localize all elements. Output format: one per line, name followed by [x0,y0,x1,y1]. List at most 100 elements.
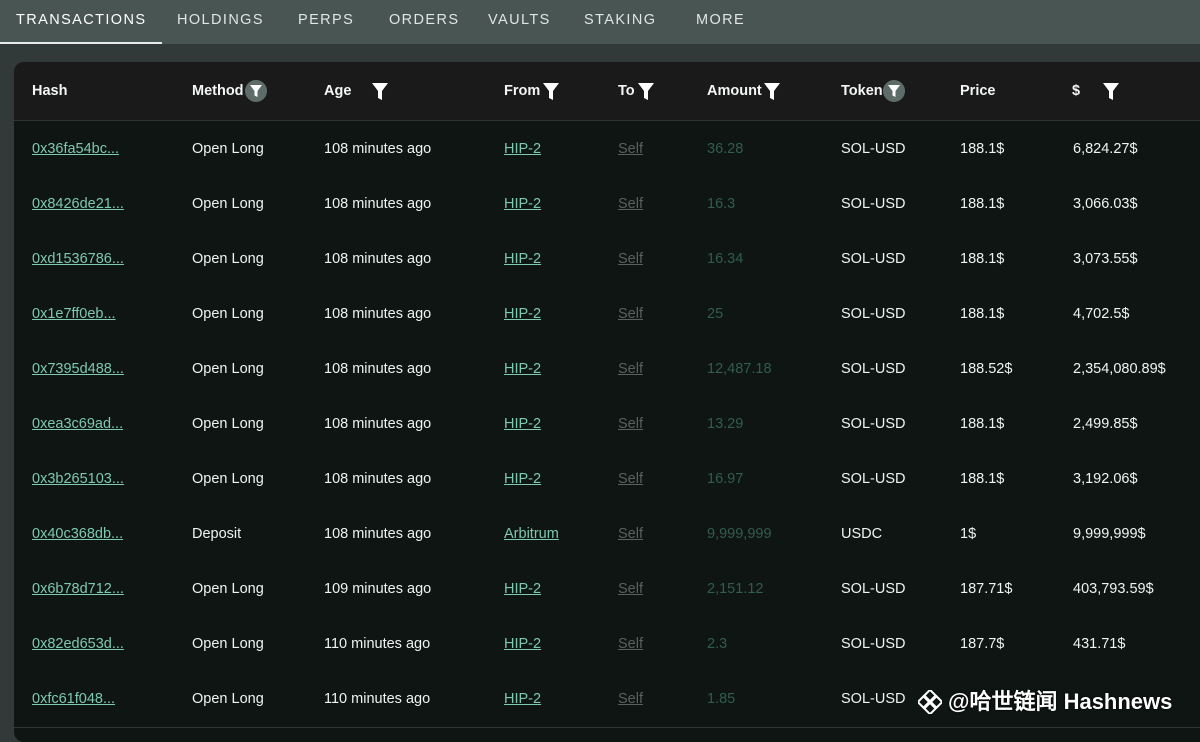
usd-column-cell: 3,192.06$ [1073,452,1138,507]
tab-orders[interactable]: ORDERS [389,0,459,42]
token-cell: SOL-USD [841,141,906,157]
table-row[interactable]: 0x40c368db... Deposit 108 minutes ago Arbit… [14,507,1200,563]
amount-cell: 1.85 [707,691,736,707]
from-link[interactable]: HIP-2 [504,416,541,432]
table-row[interactable]: 0x36fa54bc... Open Long 108 minutes ago HIP… [14,122,1200,178]
tab-more[interactable]: MORE [696,0,745,42]
tab-transactions[interactable]: TRANSACTIONS [0,0,163,44]
from-link[interactable]: Arbitrum [504,526,559,542]
token-column-cell: SOL-USD [841,397,905,452]
tab-staking[interactable]: STAKING [584,0,656,42]
usd-value-cell: 2,354,080.89$ [1073,361,1166,377]
to-link[interactable]: Self [618,471,643,487]
from-link[interactable]: HIP-2 [504,691,541,707]
to-link[interactable]: Self [618,581,643,597]
hash-link[interactable]: 0x7395d488... [32,361,124,377]
hash-link[interactable]: 0x1e7ff0eb... [32,306,116,322]
from-column-cell: HIP-2 [504,342,541,397]
filter-icon[interactable] [764,83,780,100]
to-column-cell: Self [618,122,643,177]
hash-link[interactable]: 0x82ed653d... [32,636,124,652]
hash-link[interactable]: 0x40c368db... [32,526,123,542]
from-column-cell: Arbitrum [504,507,559,562]
from-link[interactable]: HIP-2 [504,636,541,652]
age-column-cell: 108 minutes ago [324,452,431,507]
to-link[interactable]: Self [618,141,643,157]
table-row[interactable]: 0x1e7ff0eb... Open Long 108 minutes ago HIP… [14,287,1200,343]
method-column-cell: Open Long [192,452,264,507]
price-cell: 188.1$ [960,251,1005,267]
to-link[interactable]: Self [618,416,643,432]
filter-icon[interactable] [883,80,905,102]
hash-column-cell: 0xd1536786... [32,232,124,287]
column-header-token: Token [841,83,883,99]
tab-perps[interactable]: PERPS [298,0,354,42]
filter-icon[interactable] [543,83,559,100]
from-link[interactable]: HIP-2 [504,581,541,597]
to-link[interactable]: Self [618,306,643,322]
from-link[interactable]: HIP-2 [504,306,541,322]
to-link[interactable]: Self [618,251,643,267]
table-row[interactable]: 0x6b78d712... Open Long 109 minutes ago HIP… [14,562,1200,618]
table-row[interactable]: 0xea3c69ad... Open Long 108 minutes ago HIP… [14,397,1200,453]
age-cell: 108 minutes ago [324,471,432,487]
method-cell: Deposit [192,526,242,542]
price-cell: 188.52$ [960,361,1013,377]
filter-icon[interactable] [1103,83,1119,100]
from-link[interactable]: HIP-2 [504,361,541,377]
to-link[interactable]: Self [618,361,643,377]
age-cell: 108 minutes ago [324,251,432,267]
amount-cell: 25 [707,306,724,322]
method-cell: Open Long [192,196,264,212]
tab-vaults[interactable]: VAULTS [488,0,551,42]
tab-holdings[interactable]: HOLDINGS [177,0,264,42]
price-cell: 187.7$ [960,636,1005,652]
token-cell: SOL-USD [841,636,906,652]
from-link[interactable]: HIP-2 [504,196,541,212]
filter-icon[interactable] [638,83,654,100]
hash-link[interactable]: 0x8426de21... [32,196,124,212]
age-cell: 108 minutes ago [324,361,432,377]
token-cell: SOL-USD [841,361,906,377]
token-column-cell: SOL-USD [841,617,905,672]
token-cell: SOL-USD [841,251,906,267]
to-link[interactable]: Self [618,636,643,652]
amount-cell: 2.3 [707,636,728,652]
token-cell: USDC [841,526,883,542]
hash-link[interactable]: 0xea3c69ad... [32,416,123,432]
table-row[interactable]: 0x82ed653d... Open Long 110 minutes ago HIP… [14,617,1200,673]
from-link[interactable]: HIP-2 [504,141,541,157]
hash-link[interactable]: 0x6b78d712... [32,581,124,597]
amount-column-cell: 13.29 [707,397,743,452]
hash-column-cell: 0x6b78d712... [32,562,124,617]
table-row[interactable]: 0x8426de21... Open Long 108 minutes ago HIP… [14,177,1200,233]
filter-icon[interactable] [372,83,388,100]
hash-link[interactable]: 0xfc61f048... [32,691,115,707]
amount-cell: 16.34 [707,251,744,267]
from-column-cell: HIP-2 [504,397,541,452]
table-row[interactable]: 0xd1536786... Open Long 108 minutes ago HIP… [14,232,1200,288]
to-column-cell: Self [618,397,643,452]
from-link[interactable]: HIP-2 [504,471,541,487]
from-column-cell: HIP-2 [504,672,541,727]
binance-diamond-icon [918,690,942,714]
price-cell: 188.1$ [960,416,1005,432]
token-cell: SOL-USD [841,306,906,322]
filter-icon[interactable] [245,80,267,102]
to-link[interactable]: Self [618,196,643,212]
method-column-cell: Open Long [192,287,264,342]
to-link[interactable]: Self [618,526,643,542]
table-row[interactable]: 0x7395d488... Open Long 108 minutes ago HIP… [14,342,1200,398]
from-link[interactable]: HIP-2 [504,251,541,267]
from-column-cell: HIP-2 [504,562,541,617]
age-column-cell: 108 minutes ago [324,342,431,397]
to-link[interactable]: Self [618,691,643,707]
hash-column-cell: 0x40c368db... [32,507,123,562]
hash-link[interactable]: 0xd1536786... [32,251,124,267]
hash-link[interactable]: 0x36fa54bc... [32,141,119,157]
column-header-hash: Hash [32,83,68,99]
table-row[interactable]: 0x3b265103... Open Long 108 minutes ago HIP… [14,452,1200,508]
hash-link[interactable]: 0x3b265103... [32,471,124,487]
watermark-text: @哈世链闻 Hashnews [948,689,1173,714]
to-column-cell: Self [618,672,643,727]
